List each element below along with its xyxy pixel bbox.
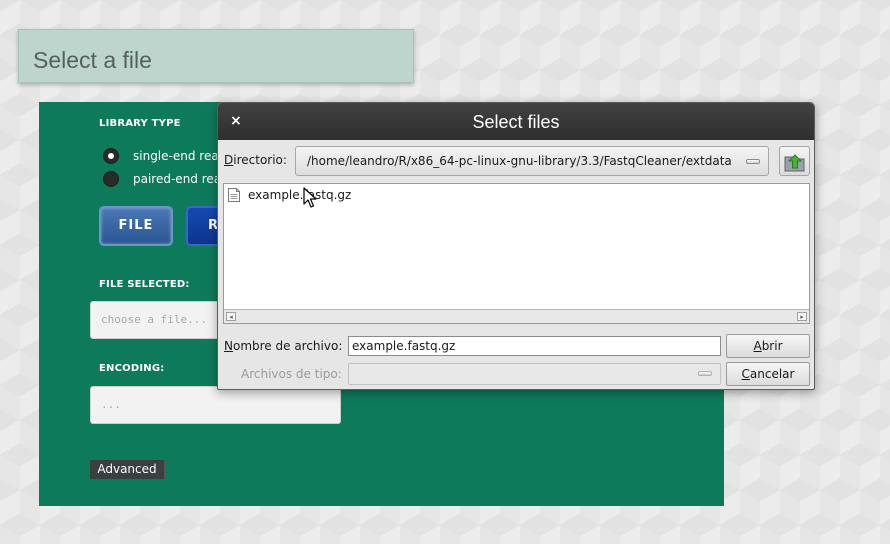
filetype-combo[interactable] [348,363,721,385]
mouse-pointer-icon [303,187,317,208]
directory-path: /home/leandro/R/x86_64-pc-linux-gnu-libr… [307,154,732,168]
advanced-button[interactable]: Advanced [89,459,165,480]
filetype-label: Archivos de tipo: [241,367,342,381]
document-icon [228,188,240,202]
file-button[interactable]: FILE [99,206,173,246]
dialog-titlebar[interactable]: × Select files [218,103,814,140]
cancel-button[interactable]: Cancelar [726,362,810,386]
page-title: Select a file [18,29,414,83]
encoding-field[interactable]: ... [90,386,341,424]
file-chooser-dialog: × Select files Directorio: /home/leandro… [217,102,815,390]
dialog-title: Select files [472,112,560,132]
directory-combo[interactable]: /home/leandro/R/x86_64-pc-linux-gnu-libr… [295,146,769,176]
directory-label: Directorio: [224,153,287,167]
radio-single-end-label: single-end reac [133,149,226,163]
combo-handle-icon [698,371,712,376]
radio-paired-end-label: paired-end reac [133,172,228,186]
combo-handle-icon [746,159,760,164]
filename-input[interactable]: example.fastq.gz [348,336,721,356]
file-selected-label: FILE SELECTED: [99,279,190,290]
open-button[interactable]: Abrir [726,334,810,358]
radio-paired-end-circle[interactable] [103,171,119,187]
horizontal-scrollbar[interactable]: ◂ ▸ [224,309,809,323]
scroll-left-icon[interactable]: ◂ [226,312,236,321]
radio-single-end[interactable]: single-end reac [103,148,225,164]
radio-paired-end[interactable]: paired-end reac [103,171,228,187]
scroll-right-icon[interactable]: ▸ [797,312,807,321]
file-name: example.fastq.gz [248,188,352,202]
library-type-label: LIBRARY TYPE [99,118,181,129]
folder-up-icon [784,154,805,172]
file-list-item[interactable]: example.fastq.gz [226,187,351,203]
filename-label: Nombre de archivo: [224,339,343,353]
folder-up-button[interactable] [779,146,810,176]
radio-single-end-circle[interactable] [103,148,119,164]
encoding-label: ENCODING: [99,363,165,374]
